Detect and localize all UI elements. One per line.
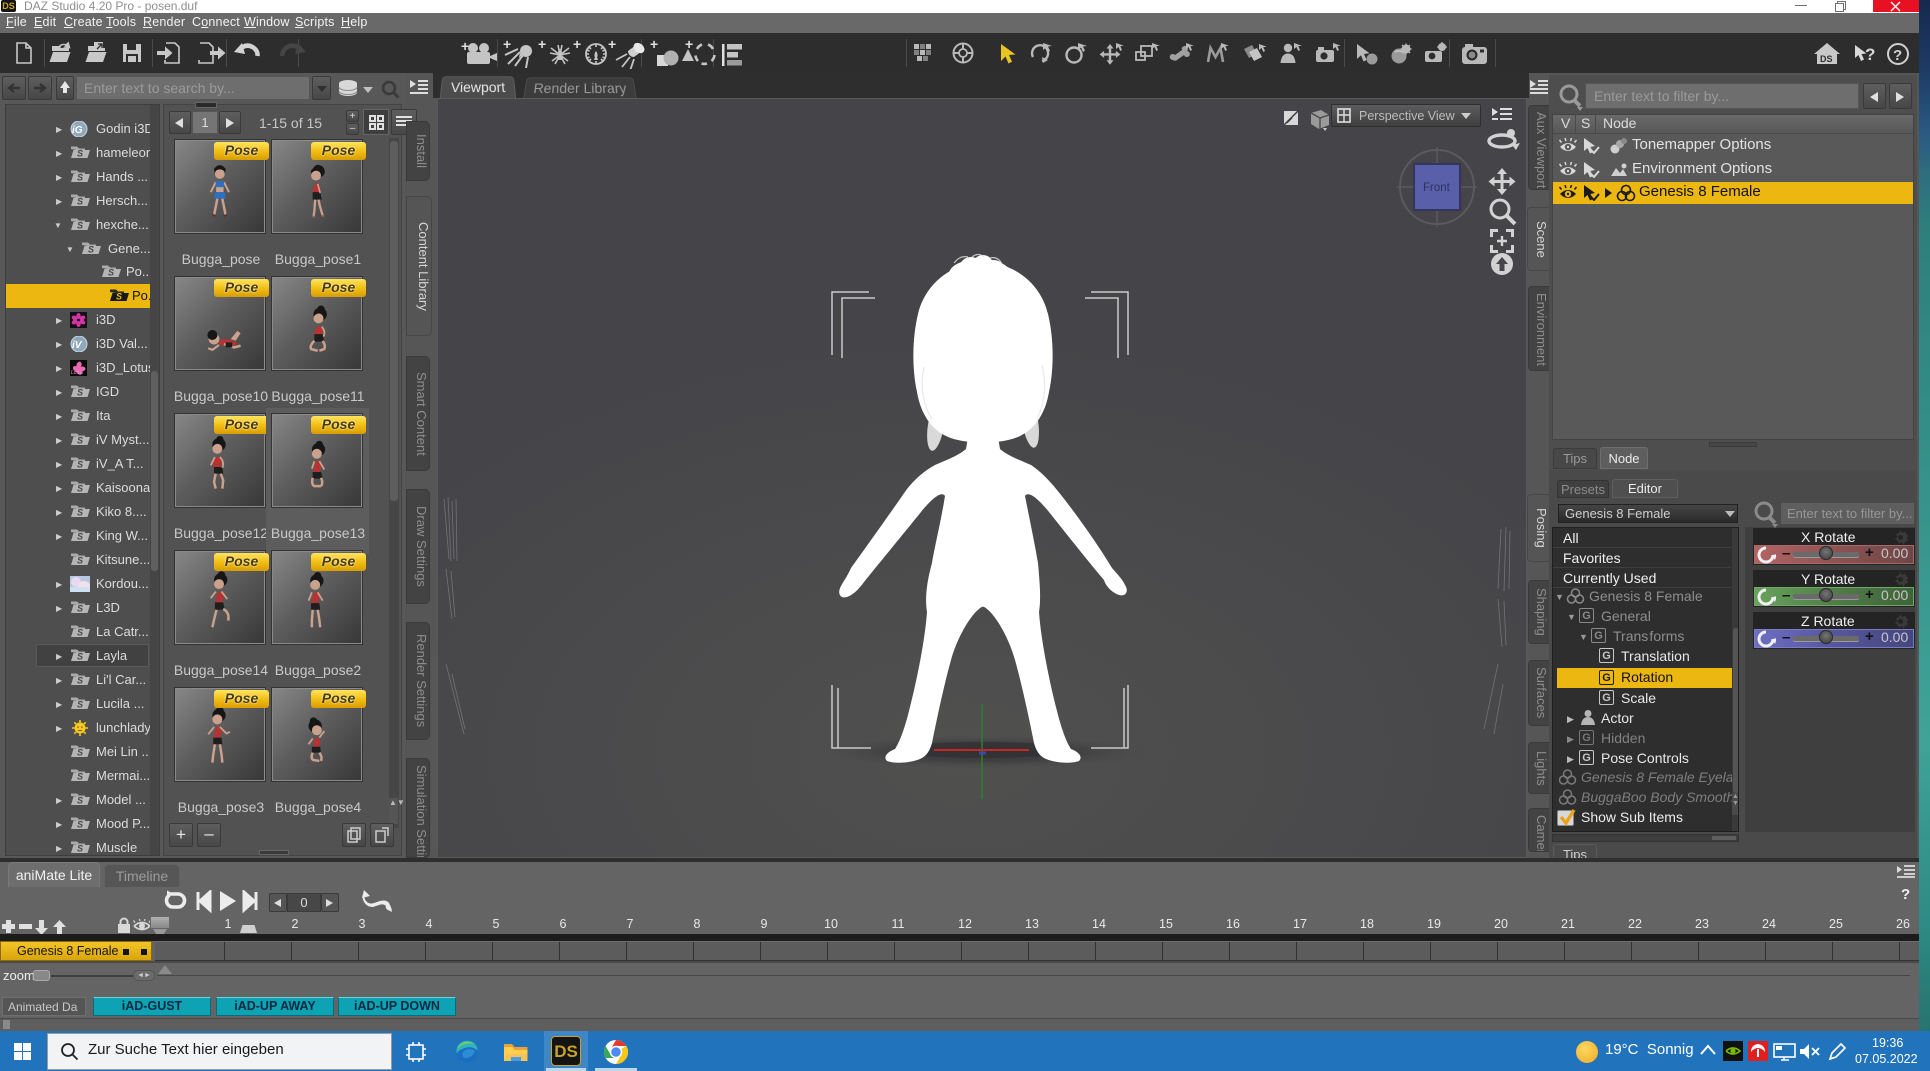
svg-text:S: S	[77, 556, 83, 566]
svg-text:S: S	[77, 748, 83, 758]
svg-text:S: S	[77, 508, 83, 518]
svg-text:DS: DS	[1820, 54, 1833, 64]
svg-text:Front: Front	[1423, 182, 1451, 194]
svg-text:+: +	[685, 39, 693, 52]
svg-text:S: S	[77, 844, 83, 854]
svg-text:S: S	[77, 628, 83, 638]
svg-text:S: S	[77, 221, 83, 231]
svg-text:?: ?	[1865, 45, 1875, 64]
svg-text:+: +	[650, 39, 658, 52]
svg-text:S: S	[108, 268, 114, 278]
svg-text:S: S	[77, 652, 83, 662]
svg-text:S: S	[77, 532, 83, 542]
svg-text:S: S	[77, 796, 83, 806]
svg-text:Lotus: Lotus	[71, 370, 84, 376]
svg-text:+: +	[538, 39, 546, 52]
svg-text:+: +	[608, 39, 616, 52]
svg-text:S: S	[77, 197, 83, 207]
svg-text:S: S	[77, 772, 83, 782]
svg-text:+: +	[461, 39, 469, 54]
svg-text:S: S	[116, 292, 122, 302]
svg-text:S: S	[77, 604, 83, 614]
svg-text:S: S	[77, 676, 83, 686]
svg-text:S: S	[77, 412, 83, 422]
svg-text:+: +	[573, 39, 581, 52]
svg-text:S: S	[77, 388, 83, 398]
svg-text:+: +	[503, 39, 511, 52]
svg-text:S: S	[77, 484, 83, 494]
svg-text:S: S	[77, 436, 83, 446]
svg-text:S: S	[77, 149, 83, 159]
svg-text:S: S	[77, 173, 83, 183]
svg-text:iV: iV	[72, 340, 83, 351]
svg-text:?: ?	[1893, 47, 1902, 64]
svg-text:S: S	[77, 700, 83, 710]
svg-text:iG: iG	[72, 125, 83, 136]
svg-text:S: S	[88, 245, 94, 255]
svg-text:S: S	[77, 820, 83, 830]
svg-text:S: S	[77, 460, 83, 470]
